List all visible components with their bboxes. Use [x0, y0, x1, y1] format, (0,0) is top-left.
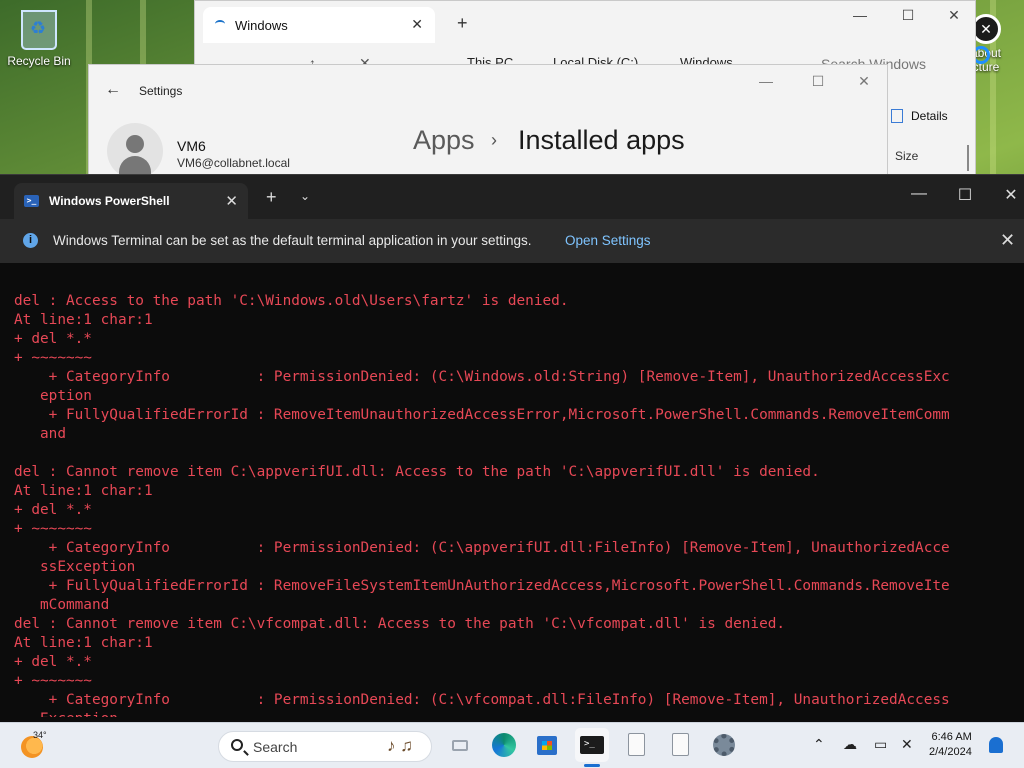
settings-window: ← Settings — ☐ ✕ VM6 VM6@collabnet.local… [88, 64, 888, 180]
powershell-terminal-window: >_ Windows PowerShell ✕ + ⌄ — ☐ ✕ i Wind… [0, 174, 1024, 722]
terminal-taskbar-button[interactable]: >_ [575, 728, 609, 762]
console-line: + ~~~~~~~ [14, 350, 92, 366]
powershell-icon: >_ [24, 195, 39, 207]
console-line: ssException [14, 559, 136, 575]
search-highlight-icon: ♪ ♫ [387, 736, 413, 755]
edge-taskbar-button[interactable] [487, 728, 521, 762]
chevron-right-icon: › [491, 130, 497, 150]
avatar[interactable] [107, 123, 163, 179]
open-settings-link[interactable]: Open Settings [565, 233, 651, 248]
volume-muted-icon[interactable]: ✕ [901, 736, 913, 753]
clock-date: 2/4/2024 [929, 746, 972, 758]
onedrive-icon[interactable]: ☁ [843, 736, 857, 753]
console-line: + FullyQualifiedErrorId : RemoveFileSyst… [14, 578, 950, 594]
gear-icon [713, 734, 735, 756]
console-line: mCommand [14, 597, 110, 613]
console-line: + FullyQualifiedErrorId : RemoveItemUnau… [14, 407, 950, 423]
console-line: + CategoryInfo : PermissionDenied: (C:\v… [14, 692, 950, 708]
notification-bell-icon[interactable] [989, 737, 1003, 753]
search-icon [231, 739, 243, 751]
console-line: + CategoryInfo : PermissionDenied: (C:\a… [14, 540, 950, 556]
close-button[interactable]: ✕ [988, 185, 1024, 205]
notepad-taskbar-button[interactable] [619, 728, 653, 762]
settings-title: Settings [139, 84, 183, 98]
console-line: + del *.* [14, 654, 92, 670]
console-line: + ~~~~~~~ [14, 521, 92, 537]
explorer-tab-title: Windows [235, 18, 288, 33]
details-label: Details [911, 109, 948, 123]
document-icon [628, 733, 645, 756]
new-tab-button[interactable]: + [457, 13, 468, 34]
recycle-bin-desktop-icon[interactable]: Recycle Bin [0, 8, 78, 68]
maximize-button[interactable]: ☐ [885, 7, 931, 24]
weather-temperature: 34° [33, 730, 47, 740]
console-line: and [14, 426, 66, 442]
infobar-message: Windows Terminal can be set as the defau… [53, 233, 532, 248]
console-line: del : Access to the path 'C:\Windows.old… [14, 293, 569, 309]
system-clock[interactable]: 6:46 AM 2/4/2024 [929, 730, 972, 760]
task-view-icon [452, 740, 468, 751]
console-line: At line:1 char:1 [14, 635, 153, 651]
close-button[interactable]: ✕ [931, 7, 977, 24]
maximize-button[interactable]: ☐ [795, 73, 841, 90]
console-line: At line:1 char:1 [14, 483, 153, 499]
close-tab-icon[interactable]: ✕ [225, 192, 238, 210]
terminal-prompt-icon: >_ [584, 739, 595, 749]
taskbar: 34° Search ♪ ♫ >_ ⌃ ☁ ▭ ✕ 6:46 AM 2/4/20… [0, 722, 1024, 768]
console-line: At line:1 char:1 [14, 312, 153, 328]
details-pane-icon [891, 109, 903, 123]
close-button[interactable]: ✕ [841, 73, 887, 90]
console-line: del : Cannot remove item C:\appverifUI.d… [14, 464, 820, 480]
info-icon: i [23, 233, 38, 248]
recycle-bin-label: Recycle Bin [7, 54, 71, 68]
chevron-down-icon[interactable]: ⌄ [300, 189, 310, 203]
default-terminal-infobar: i Windows Terminal can be set as the def… [0, 219, 1024, 263]
explorer-tab[interactable]: Windows ✕ [203, 7, 435, 43]
console-line: del : Cannot remove item C:\vfcompat.dll… [14, 616, 786, 632]
minimize-button[interactable]: — [743, 73, 789, 89]
document-icon [672, 733, 689, 756]
console-line: + CategoryInfo : PermissionDenied: (C:\W… [14, 369, 950, 385]
minimize-button[interactable]: — [896, 185, 942, 203]
settings-taskbar-button[interactable] [707, 728, 741, 762]
edge-icon [492, 733, 516, 757]
taskbar-search-input[interactable]: Search ♪ ♫ [218, 731, 432, 762]
explorer-scrollbar[interactable] [967, 145, 969, 171]
close-infobar-icon[interactable]: ✕ [1000, 230, 1015, 251]
user-name: VM6 [177, 138, 206, 154]
powershell-tab[interactable]: >_ Windows PowerShell ✕ [14, 183, 248, 219]
back-arrow-icon[interactable]: ← [105, 81, 121, 99]
console-output[interactable]: del : Access to the path 'C:\Windows.old… [14, 292, 1004, 717]
clock-time: 6:46 AM [931, 731, 972, 743]
task-view-button[interactable] [443, 728, 477, 762]
network-icon[interactable]: ▭ [874, 736, 887, 753]
search-placeholder: Search [253, 739, 298, 755]
page-title: Installed apps [518, 125, 685, 155]
user-email: VM6@collabnet.local [177, 156, 290, 170]
minimize-button[interactable]: — [837, 7, 883, 23]
console-line: + del *.* [14, 331, 92, 347]
console-line: Exception [14, 710, 1004, 717]
maximize-button[interactable]: ☐ [942, 185, 988, 205]
new-tab-button[interactable]: + [266, 187, 277, 208]
terminal-tab-bar: >_ Windows PowerShell ✕ + ⌄ — ☐ ✕ [0, 175, 1024, 219]
close-tab-icon[interactable]: ✕ [411, 16, 423, 33]
recycle-bin-icon [21, 10, 57, 50]
console-line: eption [14, 388, 92, 404]
powershell-tab-title: Windows PowerShell [49, 194, 170, 208]
console-line: + ~~~~~~~ [14, 673, 92, 689]
active-app-indicator [584, 764, 600, 767]
chevron-up-icon[interactable]: ⌃ [813, 736, 825, 753]
details-button[interactable]: Details [891, 109, 948, 123]
size-column-header[interactable]: Size [895, 149, 918, 163]
store-logo-icon [542, 741, 552, 750]
breadcrumb-apps[interactable]: Apps [413, 125, 475, 156]
store-taskbar-button[interactable] [530, 728, 564, 762]
loading-icon [215, 20, 225, 28]
notepad-taskbar-button-2[interactable] [663, 728, 697, 762]
console-line: + del *.* [14, 502, 92, 518]
